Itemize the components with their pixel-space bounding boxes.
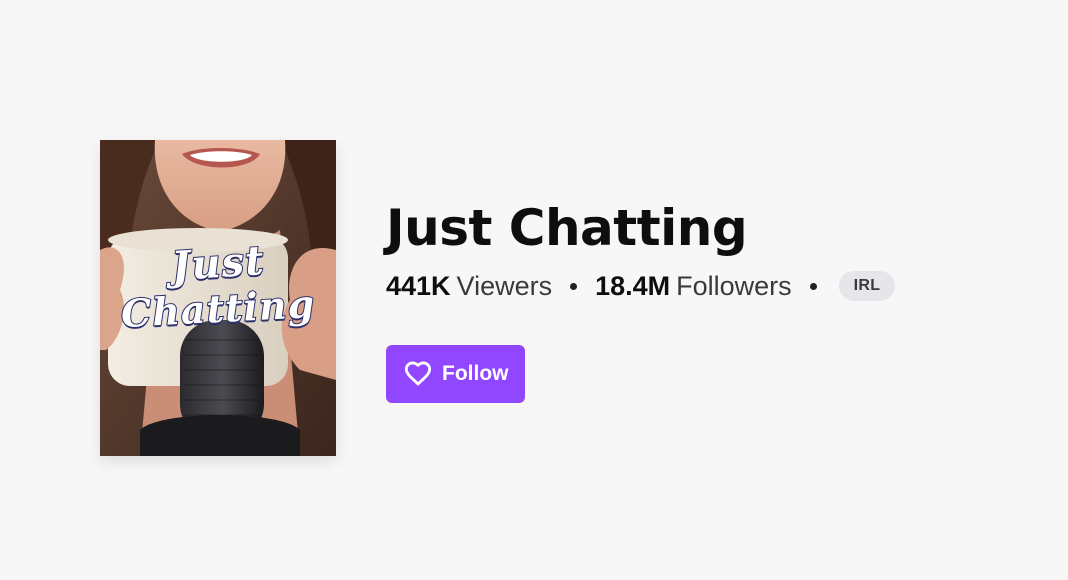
viewers-label: Viewers	[456, 270, 553, 301]
category-header: Just Chatting Just Chatting 441K Viewers…	[0, 0, 1068, 580]
category-stats: 441K Viewers 18.4M Followers IRL	[386, 268, 1046, 304]
separator-dot	[570, 282, 578, 290]
category-box-art[interactable]: Just Chatting	[100, 140, 336, 456]
followers-count: 18.4M	[595, 270, 671, 301]
viewers-count: 441K	[386, 270, 451, 301]
separator-dot	[809, 282, 817, 290]
category-info: Just Chatting 441K Viewers 18.4M Followe…	[386, 196, 1046, 403]
followers-label: Followers	[676, 270, 792, 301]
heart-icon	[404, 360, 432, 388]
follow-button-label: Follow	[442, 362, 509, 385]
category-title: Just Chatting	[386, 199, 748, 257]
tag-irl[interactable]: IRL	[838, 271, 896, 301]
follow-button[interactable]: Follow	[386, 345, 525, 403]
